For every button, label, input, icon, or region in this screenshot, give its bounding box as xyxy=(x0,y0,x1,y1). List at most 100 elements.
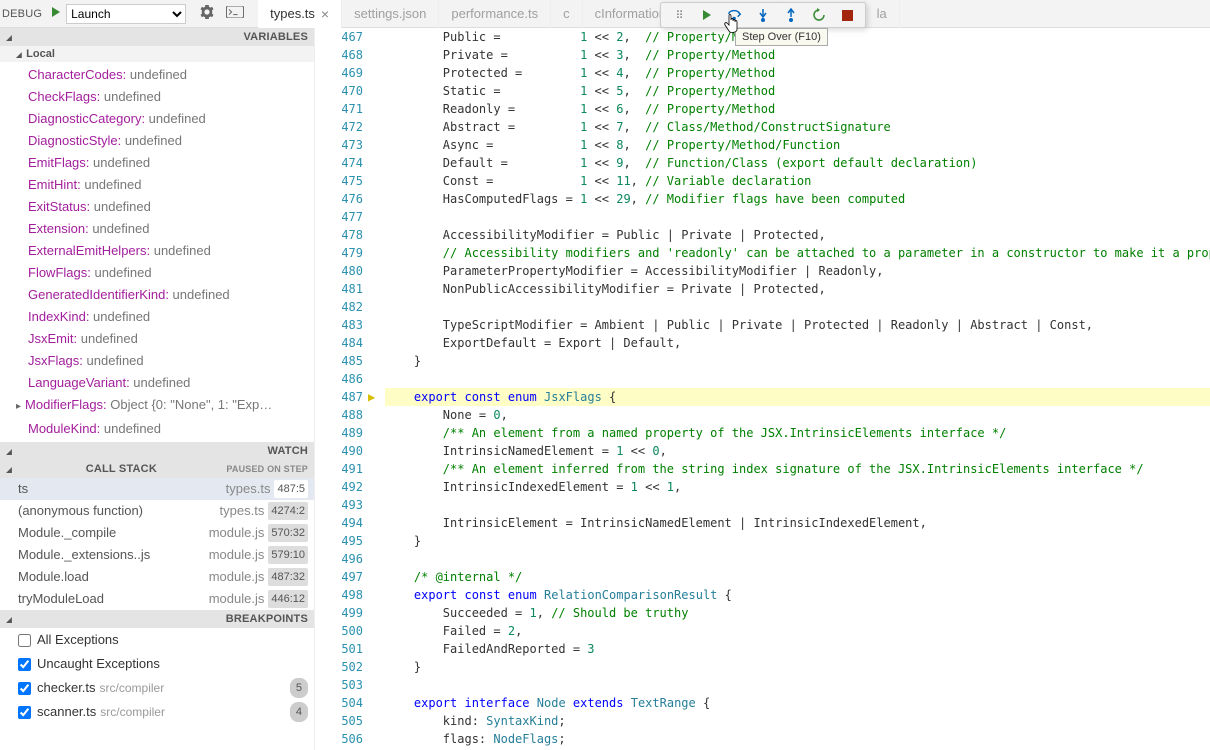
code-line[interactable] xyxy=(385,208,1210,226)
stack-file: types.ts xyxy=(226,480,271,498)
stack-frame[interactable]: (anonymous function)types.ts4274:2 xyxy=(0,500,314,522)
variable-item[interactable]: DiagnosticCategory: undefined xyxy=(0,108,314,130)
code-line[interactable]: Default = 1 << 9, // Function/Class (exp… xyxy=(385,154,1210,172)
tab-la[interactable]: la xyxy=(865,0,900,28)
breakpoints-section-header[interactable]: BREAKPOINTS xyxy=(0,610,314,628)
variables-section-header[interactable]: VARIABLES xyxy=(0,28,314,46)
restart-icon[interactable] xyxy=(807,4,831,26)
breakpoint-checkbox[interactable] xyxy=(18,634,31,647)
code-line[interactable]: export interface Node extends TextRange … xyxy=(385,694,1210,712)
breakpoint-checkbox[interactable] xyxy=(18,706,31,719)
code-line[interactable]: } xyxy=(385,352,1210,370)
code-line[interactable]: export const enum JsxFlags { xyxy=(385,388,1210,406)
code-line[interactable]: flags: NodeFlags; xyxy=(385,730,1210,748)
code-line[interactable]: export const enum RelationComparisonResu… xyxy=(385,586,1210,604)
code-line[interactable] xyxy=(385,298,1210,316)
code-line[interactable]: Const = 1 << 11, // Variable declaration xyxy=(385,172,1210,190)
code-line[interactable]: Private = 1 << 3, // Property/Method xyxy=(385,46,1210,64)
code-line[interactable]: Failed = 2, xyxy=(385,622,1210,640)
variable-item[interactable]: EmitHint: undefined xyxy=(0,174,314,196)
variable-item[interactable]: JsxEmit: undefined xyxy=(0,328,314,350)
breakpoint-item[interactable]: scanner.tssrc/compiler4 xyxy=(0,700,314,724)
local-scope-header[interactable]: Local xyxy=(0,46,314,62)
variable-item[interactable]: CheckFlags: undefined xyxy=(0,86,314,108)
code-line[interactable]: Readonly = 1 << 6, // Property/Method xyxy=(385,100,1210,118)
breakpoint-checkbox[interactable] xyxy=(18,682,31,695)
stack-frame[interactable]: tryModuleLoadmodule.js446:12 xyxy=(0,588,314,610)
code-line[interactable]: Async = 1 << 8, // Property/Method/Funct… xyxy=(385,136,1210,154)
code-line[interactable]: Abstract = 1 << 7, // Class/Method/Const… xyxy=(385,118,1210,136)
code-line[interactable] xyxy=(385,496,1210,514)
variable-item[interactable]: ExternalEmitHelpers: undefined xyxy=(0,240,314,262)
breakpoint-item[interactable]: checker.tssrc/compiler5 xyxy=(0,676,314,700)
variable-item[interactable]: LanguageVariant: undefined xyxy=(0,372,314,394)
variable-item[interactable]: ModuleKind: undefined xyxy=(0,418,314,440)
code-line[interactable] xyxy=(385,370,1210,388)
step-out-icon[interactable] xyxy=(779,4,803,26)
code-line[interactable]: IntrinsicElement = IntrinsicNamedElement… xyxy=(385,514,1210,532)
stack-frame[interactable]: tstypes.ts487:5 xyxy=(0,478,314,500)
close-icon[interactable]: × xyxy=(321,6,329,22)
code-line[interactable]: ParameterPropertyModifier = Accessibilit… xyxy=(385,262,1210,280)
gear-icon[interactable] xyxy=(200,5,214,22)
variable-name: ExitStatus: xyxy=(28,199,90,214)
code-line[interactable]: NonPublicAccessibilityModifier = Private… xyxy=(385,280,1210,298)
code-content[interactable]: Public = 1 << 2, // Property/Method Priv… xyxy=(385,28,1210,750)
drag-handle-icon[interactable]: ⠿ xyxy=(667,4,691,26)
code-line[interactable]: IntrinsicIndexedElement = 1 << 1, xyxy=(385,478,1210,496)
variable-item[interactable]: IndexKind: undefined xyxy=(0,306,314,328)
breakpoint-item[interactable]: Uncaught Exceptions xyxy=(0,652,314,676)
code-editor[interactable]: 4674684694704714724734744754764774784794… xyxy=(315,28,1210,750)
code-line[interactable]: TypeScriptModifier = Ambient | Public | … xyxy=(385,316,1210,334)
debug-toolbar[interactable]: ⠿ xyxy=(660,2,866,28)
code-line[interactable]: Static = 1 << 5, // Property/Method xyxy=(385,82,1210,100)
variable-item[interactable]: GeneratedIdentifierKind: undefined xyxy=(0,284,314,306)
launch-config-select[interactable]: Launch xyxy=(66,4,186,24)
tab-settings-json[interactable]: settings.json xyxy=(342,0,439,28)
continue-icon[interactable] xyxy=(695,4,719,26)
code-line[interactable]: AccessibilityModifier = Public | Private… xyxy=(385,226,1210,244)
line-number: 468 xyxy=(315,46,363,64)
code-line[interactable]: None = 0, xyxy=(385,406,1210,424)
code-line[interactable]: // Accessibility modifiers and 'readonly… xyxy=(385,244,1210,262)
code-line[interactable] xyxy=(385,676,1210,694)
code-line[interactable]: kind: SyntaxKind; xyxy=(385,712,1210,730)
code-line[interactable]: FailedAndReported = 3 xyxy=(385,640,1210,658)
code-line[interactable]: Protected = 1 << 4, // Property/Method xyxy=(385,64,1210,82)
variable-item[interactable]: FlowFlags: undefined xyxy=(0,262,314,284)
code-line[interactable]: /** An element from a named property of … xyxy=(385,424,1210,442)
tab-performance-ts[interactable]: performance.ts xyxy=(439,0,551,28)
stop-icon[interactable] xyxy=(835,4,859,26)
watch-section-header[interactable]: WATCH xyxy=(0,442,314,460)
variable-item[interactable]: DiagnosticStyle: undefined xyxy=(0,130,314,152)
expand-icon[interactable] xyxy=(16,397,25,412)
variable-item[interactable]: ModifierFlags: Object {0: "None", 1: "Ex… xyxy=(0,394,314,418)
variable-item[interactable]: CharacterCodes: undefined xyxy=(0,64,314,86)
tab-types-ts[interactable]: types.ts× xyxy=(258,0,342,28)
variable-item[interactable]: Extension: undefined xyxy=(0,218,314,240)
stack-frame[interactable]: Module._compilemodule.js570:32 xyxy=(0,522,314,544)
code-line[interactable]: ExportDefault = Export | Default, xyxy=(385,334,1210,352)
variable-item[interactable]: JsxFlags: undefined xyxy=(0,350,314,372)
tab-c[interactable]: c xyxy=(551,0,583,28)
code-line[interactable]: IntrinsicNamedElement = 1 << 0, xyxy=(385,442,1210,460)
code-line[interactable] xyxy=(385,550,1210,568)
breakpoint-checkbox[interactable] xyxy=(18,658,31,671)
start-debug-icon[interactable] xyxy=(50,6,62,21)
code-line[interactable]: } xyxy=(385,658,1210,676)
variable-item[interactable]: EmitFlags: undefined xyxy=(0,152,314,174)
code-line[interactable]: } xyxy=(385,532,1210,550)
debug-console-icon[interactable] xyxy=(226,6,244,21)
stack-frame[interactable]: Module._extensions..jsmodule.js579:10 xyxy=(0,544,314,566)
line-number: 471 xyxy=(315,100,363,118)
variable-item[interactable]: ExitStatus: undefined xyxy=(0,196,314,218)
step-into-icon[interactable] xyxy=(751,4,775,26)
code-line[interactable]: HasComputedFlags = 1 << 29, // Modifier … xyxy=(385,190,1210,208)
callstack-section-header[interactable]: CALL STACK PAUSED ON STEP xyxy=(0,460,314,478)
code-line[interactable]: /** An element inferred from the string … xyxy=(385,460,1210,478)
code-line[interactable]: /* @internal */ xyxy=(385,568,1210,586)
stack-frame[interactable]: Module.loadmodule.js487:32 xyxy=(0,566,314,588)
code-line[interactable]: Succeeded = 1, // Should be truthy xyxy=(385,604,1210,622)
step-over-icon[interactable] xyxy=(723,4,747,26)
breakpoint-item[interactable]: All Exceptions xyxy=(0,628,314,652)
